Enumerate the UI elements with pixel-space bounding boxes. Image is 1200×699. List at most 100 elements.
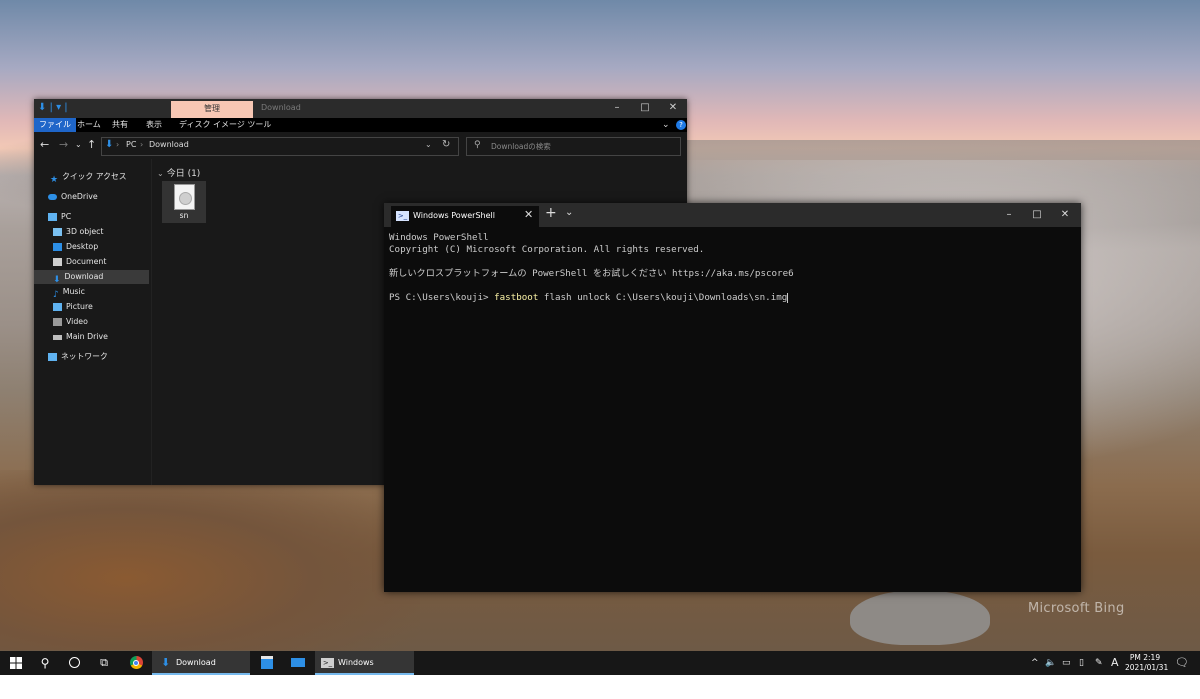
command-line[interactable]: PS C:\Users\kouji> fastboot flash unlock… xyxy=(389,292,1075,304)
close-button[interactable]: ✕ xyxy=(659,99,687,118)
quick-access-toolbar[interactable]: ⬇ | ▾ | xyxy=(38,102,68,113)
ime-indicator[interactable]: A xyxy=(1111,651,1119,675)
tab-windows-powershell[interactable]: >_ Windows PowerShell ✕ xyxy=(391,206,539,227)
microsoft-store-icon[interactable] xyxy=(254,651,280,675)
search-placeholder: Downloadの検索 xyxy=(491,142,551,151)
sidebar-item-download[interactable]: ⬇ Download xyxy=(53,270,103,285)
notification-center-icon[interactable]: 🗨 xyxy=(1175,651,1189,675)
sidebar-item-quick-access[interactable]: ★ クイック アクセス xyxy=(50,170,127,185)
breadcrumb-download[interactable]: Download xyxy=(149,140,189,149)
pen-icon[interactable]: ✎ xyxy=(1095,651,1103,675)
terminal-line: 新しいクロスプラットフォームの PowerShell をお試しください http… xyxy=(389,268,794,279)
sidebar-item-desktop[interactable]: Desktop xyxy=(53,240,98,254)
address-bar[interactable]: ⬇ › PC › Download ⌄ ↻ xyxy=(101,137,459,156)
search-icon: ⚲ xyxy=(474,140,481,150)
forward-arrow-icon[interactable]: → xyxy=(59,138,68,151)
terminal-titlebar[interactable]: >_ Windows PowerShell ✕ + ⌄ – □ ✕ xyxy=(384,203,1081,227)
network-icon[interactable]: ▯ xyxy=(1079,651,1084,675)
minimize-button[interactable]: – xyxy=(603,99,631,118)
document-icon xyxy=(53,258,62,266)
battery-icon[interactable]: ▭ xyxy=(1062,651,1071,675)
back-arrow-icon[interactable]: ← xyxy=(40,138,49,151)
bing-watermark: Microsoft Bing xyxy=(1028,601,1125,616)
powershell-window[interactable]: >_ Windows PowerShell ✕ + ⌄ – □ ✕ Window… xyxy=(384,203,1081,592)
file-explorer-icon: ⬇ xyxy=(161,656,171,669)
address-dropdown-chevron-icon[interactable]: ⌄ xyxy=(425,140,432,149)
taskbar-app-download[interactable]: ⬇ Download xyxy=(152,651,250,675)
network-icon xyxy=(48,353,57,361)
breadcrumb-separator: › xyxy=(140,140,144,149)
powershell-icon: >_ xyxy=(321,658,334,668)
search-icon[interactable]: ⚲ xyxy=(32,651,58,675)
breadcrumb-pc[interactable]: PC xyxy=(126,140,136,149)
sidebar-item-3d-objects[interactable]: 3D object xyxy=(53,225,103,239)
tab-disk-image-tools[interactable]: ディスク イメージ ツール xyxy=(179,118,271,132)
prompt: PS C:\Users\kouji> xyxy=(389,292,495,303)
up-arrow-icon[interactable]: ↑ xyxy=(87,138,96,151)
show-hidden-icons-chevron-icon[interactable]: ^ xyxy=(1031,651,1039,675)
tab-file[interactable]: ファイル xyxy=(34,118,76,132)
close-tab-icon[interactable]: ✕ xyxy=(524,208,533,221)
taskbar: ⚲ ⧉ ⬇ Download >_ Windows PowerShell ^ 🔈… xyxy=(0,651,1200,691)
sidebar-item-pc[interactable]: PC xyxy=(48,210,71,224)
clock-date: 2021/01/31 xyxy=(1125,663,1169,672)
volume-icon[interactable]: 🔈 xyxy=(1045,651,1056,675)
refresh-icon[interactable]: ↻ xyxy=(442,139,450,150)
sidebar-item-music[interactable]: ♪ Music xyxy=(53,285,85,300)
file-name: sn xyxy=(179,211,189,220)
explorer-titlebar[interactable]: ⬇ | ▾ | 管理 Download – □ ✕ xyxy=(34,99,687,118)
powershell-icon: >_ xyxy=(396,211,409,221)
tab-share[interactable]: 共有 xyxy=(112,118,128,132)
group-header-today[interactable]: ⌄ 今日 (1) xyxy=(157,166,200,179)
cloud-icon xyxy=(48,194,57,200)
taskbar-app-powershell[interactable]: >_ Windows PowerShell xyxy=(315,651,414,691)
clock[interactable]: PM 2:19 2021/01/31 xyxy=(1125,653,1169,673)
navigation-pane: ★ クイック アクセス OneDrive PC 3D object Desktop… xyxy=(34,159,152,485)
minimize-button[interactable]: – xyxy=(995,205,1023,225)
help-icon[interactable]: ? xyxy=(676,120,686,130)
ribbon-tabs: ファイル ホーム 共有 表示 ディスク イメージ ツール ⌄ ? xyxy=(34,118,687,132)
file-item-sn[interactable]: sn xyxy=(162,181,206,223)
cortana-icon[interactable] xyxy=(61,651,87,675)
collapse-chevron-icon[interactable]: ⌄ xyxy=(157,169,164,178)
sidebar-item-onedrive[interactable]: OneDrive xyxy=(48,190,98,204)
terminal-line: Windows PowerShell xyxy=(389,232,489,243)
search-box[interactable]: ⚲ Downloadの検索 xyxy=(466,137,681,156)
tab-label: Windows PowerShell xyxy=(413,211,495,220)
expand-ribbon-chevron-icon[interactable]: ⌄ xyxy=(662,118,670,132)
chrome-icon[interactable] xyxy=(123,651,149,675)
clock-time: PM 2:19 xyxy=(1129,653,1161,662)
maximize-button[interactable]: □ xyxy=(631,99,659,118)
close-button[interactable]: ✕ xyxy=(1051,205,1079,225)
new-tab-button[interactable]: + xyxy=(545,205,557,221)
task-view-icon[interactable]: ⧉ xyxy=(91,651,117,675)
mail-icon[interactable] xyxy=(285,651,311,675)
sidebar-item-document[interactable]: Document xyxy=(53,255,106,269)
wallpaper-rock xyxy=(850,590,990,645)
picture-icon xyxy=(53,303,62,311)
manage-context-tab[interactable]: 管理 xyxy=(171,101,253,118)
tab-view[interactable]: 表示 xyxy=(146,118,162,132)
tab-home[interactable]: ホーム xyxy=(77,118,101,132)
terminal-output[interactable]: Windows PowerShell Copyright (C) Microso… xyxy=(389,232,1075,304)
video-icon xyxy=(53,318,62,326)
sidebar-item-network[interactable]: ネットワーク xyxy=(48,350,108,364)
desktop-icon xyxy=(53,243,62,251)
navigation-bar: ← → ⌄ ↑ ⬇ › PC › Download ⌄ ↻ ⚲ Download… xyxy=(34,132,687,159)
maximize-button[interactable]: □ xyxy=(1023,205,1051,225)
sidebar-item-picture[interactable]: Picture xyxy=(53,300,93,314)
music-icon: ♪ xyxy=(53,290,59,300)
recent-locations-chevron-icon[interactable]: ⌄ xyxy=(75,140,82,149)
breadcrumb-separator: › xyxy=(116,140,120,149)
terminal-line: Copyright (C) Microsoft Corporation. All… xyxy=(389,244,705,255)
wallpaper-ferns xyxy=(0,470,420,650)
star-icon: ★ xyxy=(50,175,59,185)
sidebar-item-video[interactable]: Video xyxy=(53,315,88,329)
tab-dropdown-chevron-icon[interactable]: ⌄ xyxy=(565,207,573,218)
start-button[interactable] xyxy=(0,651,32,675)
download-folder-icon: ⬇ xyxy=(105,139,114,150)
explorer-window-title: Download xyxy=(261,103,301,112)
sidebar-item-main-drive[interactable]: Main Drive xyxy=(53,330,108,344)
